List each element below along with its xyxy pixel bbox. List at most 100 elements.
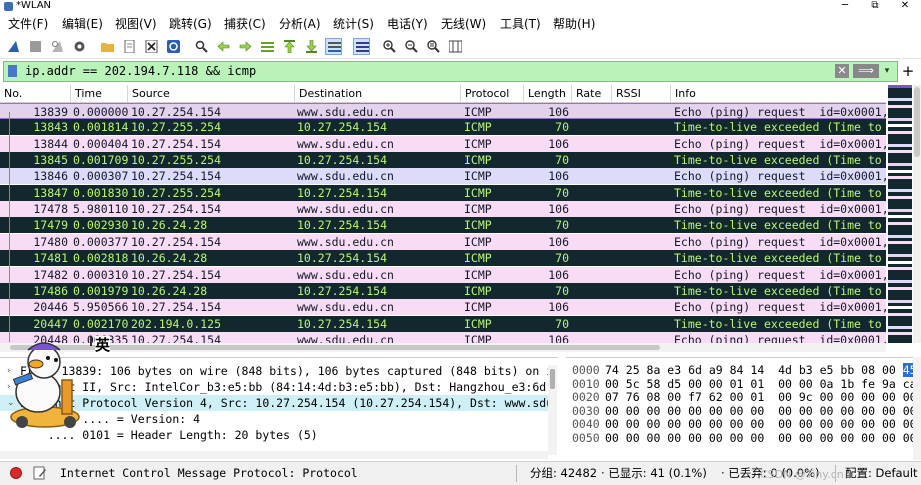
capture-options-button[interactable] [71,38,88,55]
cell-time: 0.002818 [73,251,129,266]
bookmark-icon[interactable] [8,65,17,77]
ime-indicator: 英 [95,336,111,354]
last-packet-button[interactable] [303,38,320,55]
packet-minimap[interactable] [888,85,912,343]
cell-no: 13843 [33,120,68,135]
add-filter-button[interactable]: + [900,61,916,81]
cell-no: 13846 [33,169,68,184]
packet-list-scrollbar[interactable] [913,85,921,343]
cell-length: 70 [555,251,569,266]
restart-capture-button[interactable] [49,38,66,55]
table-row[interactable]: 13843 0.001814 10.27.255.254 10.27.254.154 I… [0,119,886,136]
cell-info: Echo (ping) request id=0x0001, se [674,234,886,249]
zoom-reset-button[interactable] [425,38,442,55]
display-filter-bar[interactable]: ip.addr == 202.194.7.118 && icmp ✕ ⟹ ▾ [3,61,898,82]
expert-info-icon[interactable] [10,467,22,479]
table-row[interactable]: 13847 0.001830 10.27.255.254 10.27.254.154 I… [0,184,886,201]
apply-filter-button[interactable]: ⟹ [853,64,879,78]
packet-list[interactable]: No. Time Source Destination Protocol Len… [0,85,886,344]
menu-tools[interactable]: 工具(T) [500,17,541,31]
status-profile[interactable]: 配置: Default [845,466,918,481]
table-row[interactable]: 13844 0.000404 10.27.254.154 www.sdu.edu.cn… [0,135,886,152]
shark-fin-icon [8,41,19,52]
packet-bytes-pane[interactable]: 0000 74 25 8a e3 6d a9 84 14 4d b3 e5 bb … [566,357,913,461]
column-header-no[interactable]: No. [0,85,71,102]
open-file-button[interactable] [99,38,116,55]
column-header-source[interactable]: Source [128,85,295,102]
start-capture-button[interactable] [5,38,22,55]
column-header-destination[interactable]: Destination [295,85,461,102]
packet-list-header: No. Time Source Destination Protocol Len… [0,85,886,103]
column-header-time[interactable]: Time [71,85,128,102]
find-packet-button[interactable] [193,38,210,55]
menu-help[interactable]: 帮助(H) [553,17,595,31]
table-row[interactable]: 17486 0.001979 10.26.24.28 10.27.254.154 ICM… [0,282,886,299]
column-header-rate[interactable]: Rate [572,85,612,102]
go-to-packet-button[interactable] [259,38,276,55]
scrollbar-thumb[interactable] [914,87,920,157]
save-file-button[interactable] [121,38,138,55]
table-row[interactable]: 20446 5.950566 10.27.254.154 www.sdu.edu.cn… [0,299,886,316]
table-row[interactable]: 13846 0.000307 10.27.254.154 www.sdu.edu.cn… [0,168,886,185]
column-header-rssi[interactable]: RSSI [612,85,671,102]
zoom-out-button[interactable] [403,38,420,55]
resize-columns-button[interactable] [447,38,464,55]
column-header-length[interactable]: Length [524,85,572,102]
minimap-stripe [888,202,912,205]
cell-length: 70 [555,185,569,200]
mascot-sticker: 英 [0,332,111,430]
chevron-down-icon[interactable]: ▾ [880,64,894,78]
go-forward-button[interactable] [237,38,254,55]
column-header-protocol[interactable]: Protocol [461,85,524,102]
menu-go[interactable]: 跳转(G) [169,17,212,31]
cell-info: Time-to-live exceeded (Time to liv [674,316,886,331]
colorize-toggle[interactable] [353,38,370,55]
menu-wireless[interactable]: 无线(W) [441,17,486,31]
cell-info: Echo (ping) request id=0x0001, se [674,202,886,217]
display-filter-input[interactable]: ip.addr == 202.194.7.118 && icmp [25,64,256,79]
close-button[interactable]: ✕ [890,0,920,13]
details-hscrollbar[interactable] [0,451,548,459]
minimize-button[interactable]: ─ [830,0,860,13]
scrollbar-thumb[interactable] [550,369,555,389]
edit-comment-icon[interactable] [33,466,47,480]
close-file-button[interactable] [143,38,160,55]
table-row[interactable]: 17479 0.002930 10.26.24.28 10.27.254.154 ICM… [0,217,886,234]
cell-length: 106 [548,202,569,217]
cell-protocol: ICMP [464,316,492,331]
stop-capture-button[interactable] [27,38,44,55]
hex-bytes-text: 00 00 00 00 00 00 00 00 00 00 00 00 00 0… [605,403,913,418]
cell-no: 13844 [33,136,68,151]
table-row[interactable]: 17482 0.000310 10.27.254.154 www.sdu.edu.cn… [0,266,886,283]
details-scrollbar[interactable] [548,365,557,455]
menu-view[interactable]: 视图(V) [115,17,157,31]
menu-edit[interactable]: 编辑(E) [62,17,103,31]
table-row[interactable]: 17481 0.002818 10.26.24.28 10.27.254.154 ICM… [0,250,886,267]
column-header-info[interactable]: Info [671,85,886,102]
table-row[interactable]: 20447 0.002170 202.194.0.125 10.27.254.154 I… [0,315,886,332]
table-row[interactable]: 13839 0.000000 10.27.254.154 www.sdu.edu.cn… [0,103,886,119]
minimap-stripe [888,221,912,225]
table-row[interactable]: 13845 0.001709 10.27.255.254 10.27.254.154 I… [0,152,886,169]
menu-file[interactable]: 文件(F) [8,17,48,31]
cell-no: 13839 [33,105,68,119]
menu-statistics[interactable]: 统计(S) [333,17,374,31]
menu-telephony[interactable]: 电话(Y) [387,17,428,31]
cell-length: 70 [555,120,569,135]
first-packet-button[interactable] [281,38,298,55]
maximize-button[interactable]: ⧉ [860,0,890,13]
hex-byte-selected[interactable]: 45 [902,363,913,377]
menu-capture[interactable]: 捕获(C) [224,17,266,31]
clear-filter-icon[interactable]: ✕ [835,64,849,78]
table-row[interactable]: 17480 0.000377 10.27.254.154 www.sdu.edu.cn… [0,233,886,250]
zoom-in-button[interactable] [381,38,398,55]
bytes-scrollbar[interactable] [913,357,921,460]
packet-list-hscrollbar[interactable] [0,343,886,352]
cell-info: Time-to-live exceeded (Time to liv [674,120,886,135]
menu-analyze[interactable]: 分析(A) [279,17,321,31]
table-row[interactable]: 17478 5.980110 10.27.254.154 www.sdu.edu.cn… [0,201,886,218]
cell-info: Time-to-live exceeded (Time to liv [674,251,886,266]
reload-button[interactable] [165,38,182,55]
autoscroll-toggle[interactable] [325,38,342,55]
go-back-button[interactable] [215,38,232,55]
